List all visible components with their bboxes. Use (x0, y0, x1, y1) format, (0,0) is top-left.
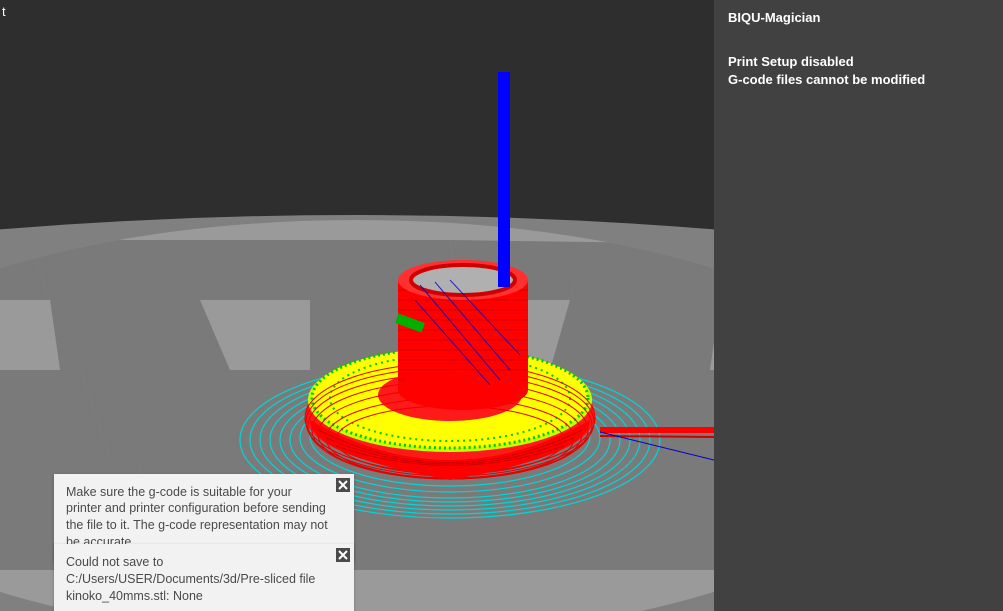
close-icon[interactable] (336, 478, 350, 492)
print-setup-status: Print Setup disabled G-code files cannot… (714, 31, 1003, 88)
status-line-1: Print Setup disabled (728, 53, 989, 71)
printer-name[interactable]: BIQU-Magician (714, 0, 1003, 31)
toast-save-error: Could not save to C:/Users/USER/Document… (54, 544, 354, 611)
app-root: t BIQU-Magician Print Setup disabled G-c… (0, 0, 1003, 611)
toast-text: Could not save to C:/Users/USER/Document… (66, 555, 315, 603)
toast-text: Make sure the g-code is suitable for you… (66, 485, 328, 550)
print-settings-sidebar: BIQU-Magician Print Setup disabled G-cod… (714, 0, 1003, 611)
status-line-2: G-code files cannot be modified (728, 71, 989, 89)
close-icon[interactable] (336, 548, 350, 562)
axis-z (498, 72, 510, 287)
viewmode-label-fragment: t (2, 4, 6, 19)
